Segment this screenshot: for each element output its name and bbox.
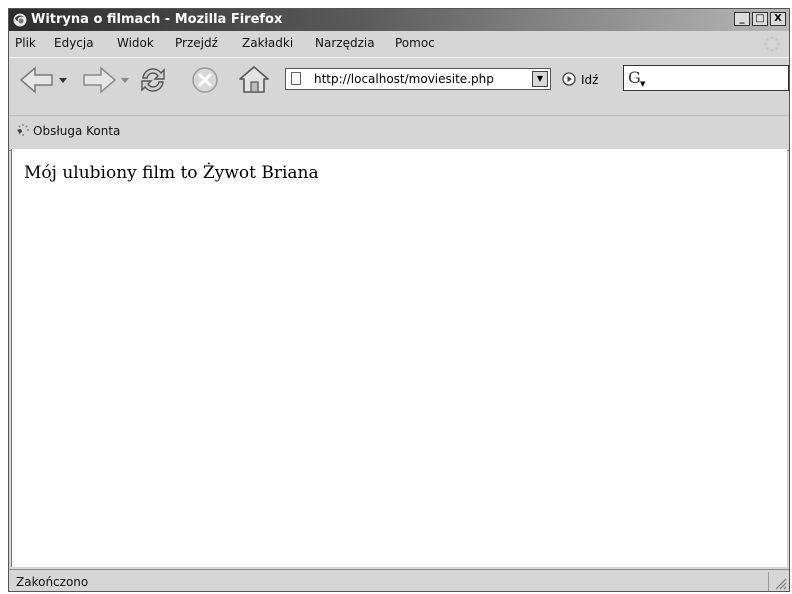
stop-icon[interactable] (191, 66, 219, 94)
search-field[interactable]: G ▼ (623, 65, 789, 91)
forward-arrow-icon[interactable] (81, 66, 117, 94)
navigation-toolbar: http://localhost/moviesite.php ▼ Idź G ▼ (9, 57, 789, 96)
minimize-button[interactable]: _ (734, 12, 750, 26)
page-content: Mój ulubiony film to Żywot Briana (11, 149, 787, 567)
bookmarks-toolbar: Obsługa Konta (9, 115, 789, 151)
title-bar[interactable]: Witryna o filmach - Mozilla Firefox _ □ … (9, 9, 789, 31)
reload-icon[interactable] (137, 64, 169, 96)
back-arrow-icon[interactable] (19, 66, 55, 94)
go-icon[interactable] (562, 72, 576, 86)
browser-window: Witryna o filmach - Mozilla Firefox _ □ … (8, 8, 790, 592)
go-button-label[interactable]: Idź (581, 73, 598, 87)
menu-narzedzia[interactable]: Narzędzia (315, 36, 375, 50)
throbber-icon (763, 35, 781, 53)
status-separator (768, 572, 769, 591)
menu-widok[interactable]: Widok (117, 36, 154, 50)
menu-pomoc[interactable]: Pomoc (395, 36, 435, 50)
search-engine-dropdown-icon[interactable]: ▼ (640, 80, 645, 88)
status-bar: Zakończono (9, 569, 789, 591)
back-dropdown-icon[interactable] (59, 76, 67, 84)
forward-dropdown-icon[interactable] (121, 76, 129, 84)
url-text[interactable]: http://localhost/moviesite.php (314, 72, 494, 86)
home-icon[interactable] (237, 64, 271, 94)
bookmark-icon (17, 124, 29, 136)
url-bar[interactable]: http://localhost/moviesite.php ▼ (285, 68, 551, 90)
page-text: Mój ulubiony film to Żywot Briana (24, 163, 319, 183)
menu-przejdz[interactable]: Przejdź (175, 36, 218, 50)
window-title: Witryna o filmach - Mozilla Firefox (31, 12, 283, 27)
menu-zakladki[interactable]: Zakładki (242, 36, 293, 50)
bookmark-obsluga-konta[interactable]: Obsługa Konta (33, 124, 120, 138)
maximize-button[interactable]: □ (752, 12, 768, 26)
page-icon (291, 72, 301, 85)
menu-plik[interactable]: Plik (15, 36, 36, 50)
menu-bar: Plik Edycja Widok Przejdź Zakładki Narzę… (9, 33, 789, 55)
close-button[interactable]: X (770, 12, 786, 26)
menu-edycja[interactable]: Edycja (54, 36, 94, 50)
resize-grip-icon[interactable] (773, 576, 787, 590)
status-text: Zakończono (16, 575, 89, 589)
search-engine-icon[interactable]: G (628, 68, 641, 87)
url-dropdown-button[interactable]: ▼ (532, 71, 548, 87)
firefox-icon (12, 12, 28, 28)
